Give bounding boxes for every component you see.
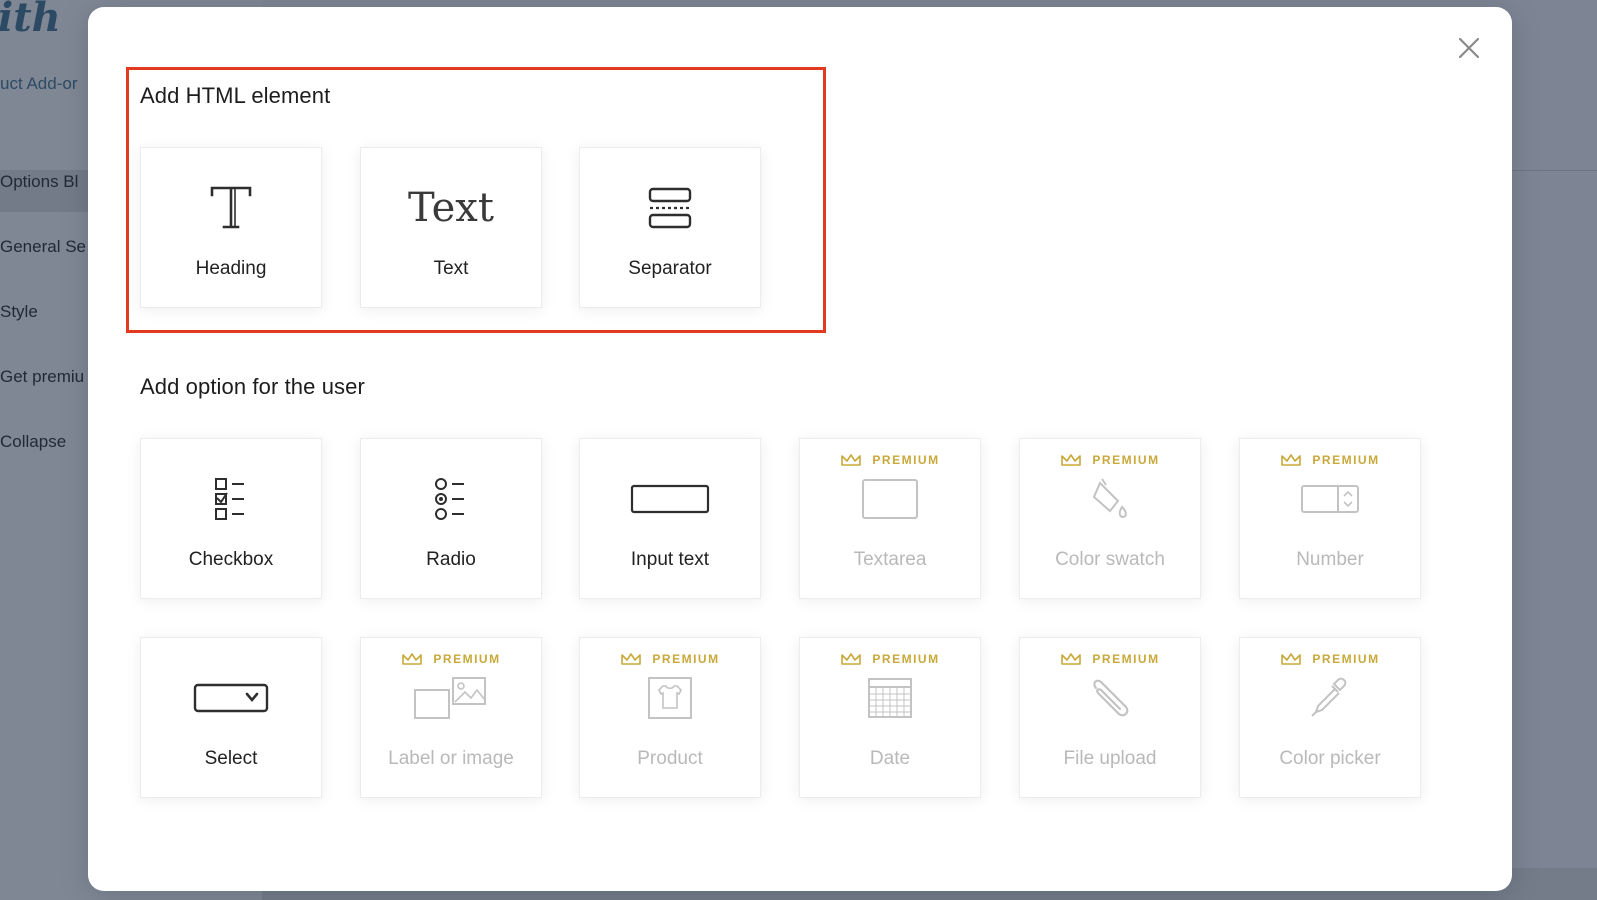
- crown-icon: [1281, 454, 1302, 466]
- nav-item-collapse[interactable]: Collapse: [0, 432, 66, 452]
- label-image-icon: [361, 672, 541, 724]
- color-swatch-card[interactable]: PREMIUM Color swatch: [1019, 438, 1201, 599]
- crown-icon: [1061, 653, 1082, 665]
- date-card[interactable]: PREMIUM Date: [799, 637, 981, 798]
- number-icon: [1240, 473, 1420, 525]
- date-icon: [800, 672, 980, 724]
- premium-badge: PREMIUM: [580, 652, 760, 666]
- card-label: Radio: [426, 549, 476, 570]
- premium-badge: PREMIUM: [1020, 453, 1200, 467]
- premium-label: PREMIUM: [433, 652, 501, 666]
- radio-card[interactable]: Radio: [360, 438, 542, 599]
- premium-label: PREMIUM: [872, 453, 940, 467]
- nav-item-general-settings[interactable]: General Se: [0, 237, 86, 257]
- card-label: File upload: [1063, 748, 1157, 769]
- select-card[interactable]: Select: [140, 637, 322, 798]
- premium-badge: PREMIUM: [800, 652, 980, 666]
- card-label: Number: [1296, 549, 1364, 570]
- color-picker-icon: [1240, 672, 1420, 724]
- crown-icon: [1281, 653, 1302, 665]
- card-label: Separator: [628, 258, 712, 279]
- crown-icon: [841, 653, 862, 665]
- label-image-card[interactable]: PREMIUM Label or image: [360, 637, 542, 798]
- card-label: Label or image: [388, 748, 514, 769]
- card-label: Date: [869, 748, 911, 769]
- premium-label: PREMIUM: [1312, 652, 1380, 666]
- product-icon: [580, 672, 760, 724]
- text-icon: Text: [361, 182, 541, 234]
- premium-badge: PREMIUM: [1240, 453, 1420, 467]
- radio-icon: [361, 473, 541, 525]
- card-label: Color swatch: [1055, 549, 1165, 570]
- crown-icon: [841, 454, 862, 466]
- checkbox-card[interactable]: Checkbox: [140, 438, 322, 599]
- nav-item-options-blocks[interactable]: Options Bl: [0, 172, 78, 192]
- checkbox-icon: [141, 473, 321, 525]
- card-label: Textarea: [853, 549, 927, 570]
- crown-icon: [1061, 454, 1082, 466]
- premium-label: PREMIUM: [652, 652, 720, 666]
- input-text-icon: [580, 473, 760, 525]
- premium-label: PREMIUM: [1092, 453, 1160, 467]
- file-upload-card[interactable]: PREMIUM File upload: [1019, 637, 1201, 798]
- product-card[interactable]: PREMIUM Product: [579, 637, 761, 798]
- option-section-title: Add option for the user: [140, 374, 365, 399]
- text-icon-glyph: Text: [408, 185, 494, 231]
- card-label: Product: [637, 748, 703, 769]
- file-upload-icon: [1020, 672, 1200, 724]
- heading-icon: [141, 182, 321, 234]
- heading-card[interactable]: Heading: [140, 147, 322, 308]
- premium-label: PREMIUM: [1092, 652, 1160, 666]
- plugin-subtitle: uct Add-or: [0, 74, 78, 93]
- premium-badge: PREMIUM: [800, 453, 980, 467]
- add-element-modal: Add HTML element Heading Text Text Separ…: [88, 7, 1512, 891]
- premium-label: PREMIUM: [1312, 453, 1380, 467]
- separator-icon: [580, 182, 760, 234]
- premium-badge: PREMIUM: [361, 652, 541, 666]
- textarea-card[interactable]: PREMIUM Textarea: [799, 438, 981, 599]
- select-icon: [141, 672, 321, 724]
- nav-item-get-premium[interactable]: Get premiu: [0, 367, 84, 387]
- card-label: Heading: [195, 258, 267, 279]
- textarea-icon: [800, 473, 980, 525]
- card-label: Color picker: [1279, 748, 1381, 769]
- card-label: Select: [204, 748, 258, 769]
- color-swatch-icon: [1020, 473, 1200, 525]
- color-picker-card[interactable]: PREMIUM Color picker: [1239, 637, 1421, 798]
- html-section-title: Add HTML element: [140, 83, 331, 108]
- card-label: Checkbox: [188, 549, 274, 570]
- card-label: Input text: [630, 549, 710, 570]
- premium-badge: PREMIUM: [1020, 652, 1200, 666]
- separator-card[interactable]: Separator: [579, 147, 761, 308]
- close-icon[interactable]: [1456, 35, 1482, 61]
- premium-label: PREMIUM: [872, 652, 940, 666]
- input-text-card[interactable]: Input text: [579, 438, 761, 599]
- crown-icon: [621, 653, 642, 665]
- text-card[interactable]: Text Text: [360, 147, 542, 308]
- crown-icon: [402, 653, 423, 665]
- card-label: Text: [433, 258, 469, 279]
- number-card[interactable]: PREMIUM Number: [1239, 438, 1421, 599]
- premium-badge: PREMIUM: [1240, 652, 1420, 666]
- logo: ith: [0, 0, 61, 41]
- nav-item-style[interactable]: Style: [0, 302, 38, 322]
